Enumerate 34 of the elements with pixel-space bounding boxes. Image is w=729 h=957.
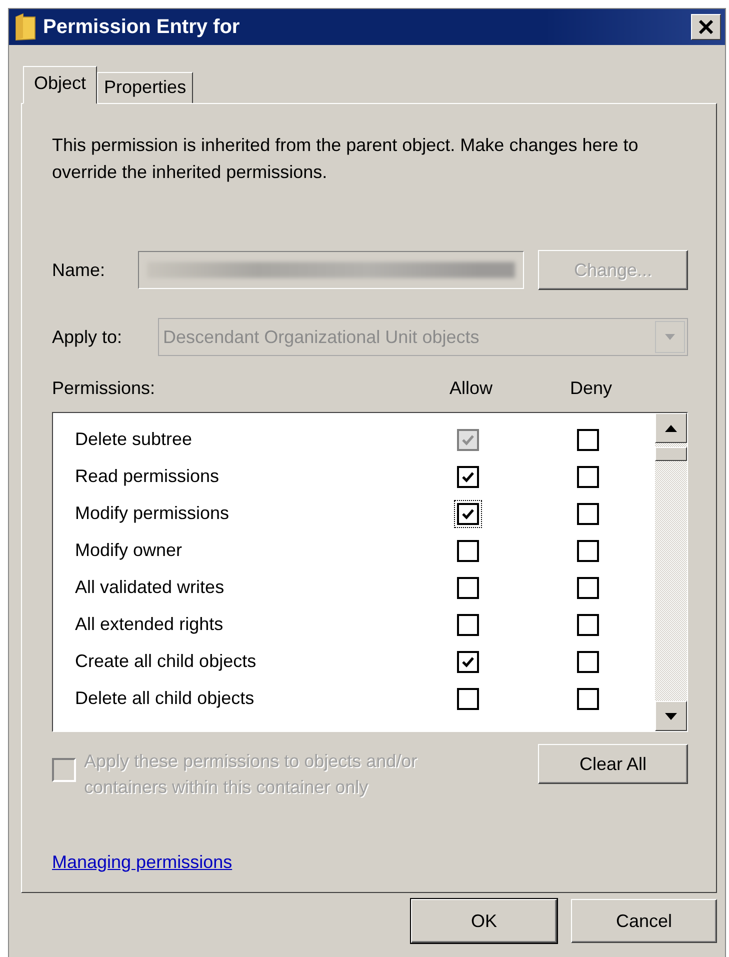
close-button[interactable] <box>691 14 721 40</box>
window-title: Permission Entry for <box>43 16 241 38</box>
permissions-label: Permissions: <box>52 378 156 400</box>
info-text: This permission is inherited from the parent object. Make changes here to override the inherited permissions. <box>52 134 640 184</box>
tab[interactable]: Object <box>23 66 98 104</box>
permission-name: Create all child objects <box>75 651 258 672</box>
close-icon <box>698 20 714 34</box>
dialog-button[interactable]: OK <box>411 899 557 943</box>
checkbox[interactable] <box>454 500 482 528</box>
apply-to-label: Apply to: <box>52 326 122 348</box>
clear-all-button[interactable]: Clear All <box>538 744 688 784</box>
folder-icon <box>15 13 37 41</box>
permission-name: All extended rights <box>75 614 224 635</box>
dialog-button[interactable]: Cancel <box>571 899 717 943</box>
checkmark-icon <box>461 432 475 446</box>
checkmark-icon <box>461 654 475 668</box>
scroll-down-icon[interactable] <box>655 701 687 731</box>
permission-name: Delete all child objects <box>75 688 256 709</box>
help-link[interactable]: Managing permissions <box>52 852 232 873</box>
column-header: Deny <box>568 378 614 400</box>
name-field[interactable] <box>138 251 524 289</box>
checkmark-icon <box>461 506 475 520</box>
scrollbar[interactable] <box>655 413 687 731</box>
column-header: Allow <box>448 378 494 400</box>
permission-name: Modify owner <box>75 540 184 561</box>
permission-name: Delete subtree <box>75 429 194 450</box>
permission-name: Read permissions <box>75 466 220 487</box>
tab[interactable]: Properties <box>97 72 194 104</box>
scroll-up-icon[interactable] <box>655 413 687 443</box>
name-label: Name: <box>52 260 106 280</box>
checkmark-icon <box>461 470 475 484</box>
scroll-thumb[interactable] <box>655 447 687 461</box>
permission-name: Modify permissions <box>75 503 230 524</box>
permission-name: All validated writes <box>75 577 226 598</box>
